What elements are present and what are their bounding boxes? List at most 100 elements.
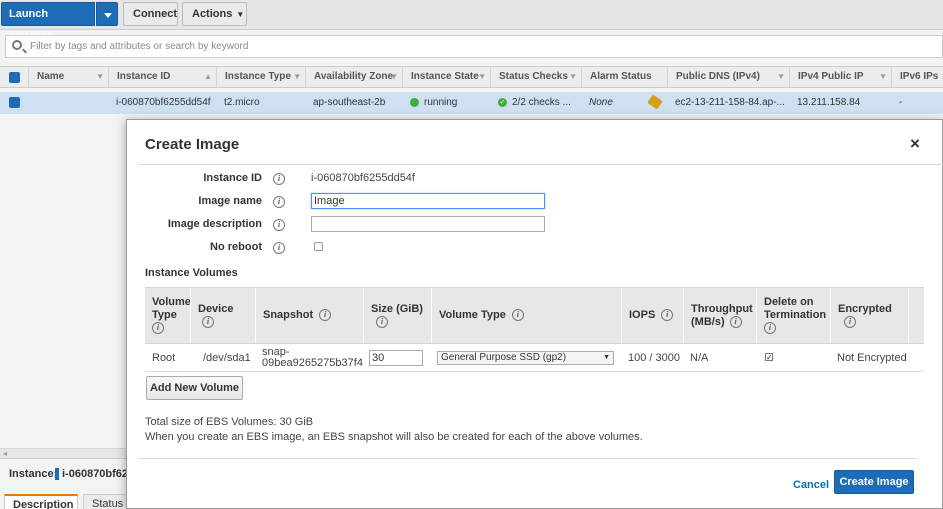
column-header-alarm-status[interactable]: Alarm Status bbox=[581, 67, 667, 87]
filter-search-input[interactable]: Filter by tags and attributes or search … bbox=[5, 35, 943, 58]
instance-id-value: i-060870bf6255dd54f bbox=[311, 172, 415, 184]
instance-value: i-060870bf625 bbox=[62, 468, 135, 480]
col-snapshot: Snapshot i bbox=[255, 288, 363, 343]
alarm-bell-icon[interactable] bbox=[647, 94, 663, 110]
info-icon[interactable]: i bbox=[202, 315, 214, 328]
delete-on-termination-checkbox[interactable]: ✓ bbox=[765, 353, 773, 362]
no-reboot-label: No reboot bbox=[210, 241, 262, 253]
info-icon[interactable]: i bbox=[511, 309, 524, 322]
launch-dropdown-caret-icon[interactable] bbox=[96, 2, 118, 26]
actions-button[interactable]: Actions ▼ bbox=[182, 2, 247, 26]
col-volume-type: Volume Type i bbox=[152, 296, 191, 335]
col-delete-on-termination: Delete on Termination i bbox=[756, 288, 830, 343]
row-checkbox[interactable] bbox=[9, 97, 20, 108]
dialog-title: Create Image bbox=[145, 136, 240, 153]
image-description-input[interactable] bbox=[311, 216, 545, 232]
row-public-dns: ec2-13-211-158-84.ap-... bbox=[675, 97, 785, 108]
row-status-checks[interactable]: ✓ 2/2 checks ... bbox=[498, 92, 571, 114]
no-reboot-checkbox[interactable] bbox=[314, 242, 323, 251]
info-icon[interactable]: i bbox=[319, 309, 332, 322]
col-volume-type-select: Volume Type i bbox=[431, 288, 621, 343]
col-iops: IOPS i bbox=[621, 288, 683, 343]
chevron-down-icon: ▼ bbox=[236, 10, 245, 19]
column-header-status-checks[interactable]: Status Checks ▼ bbox=[490, 67, 581, 87]
row-instance-type: t2.micro bbox=[224, 97, 260, 108]
close-icon[interactable]: × bbox=[910, 135, 920, 152]
scroll-left-icon[interactable]: ◂ bbox=[3, 449, 7, 458]
instance-label: Instance: bbox=[9, 468, 58, 480]
divider bbox=[138, 458, 917, 459]
column-header-instance-state[interactable]: Instance State ▼ bbox=[402, 67, 490, 87]
volume-row: Root /dev/sda1 snap- 09bea9265275b37f4 G… bbox=[145, 344, 924, 372]
actions-label: Actions bbox=[192, 8, 233, 20]
sort-icon: ▼ bbox=[293, 72, 301, 81]
image-description-label: Image description bbox=[167, 218, 262, 230]
col-device: Device i bbox=[190, 288, 255, 343]
add-new-volume-button[interactable]: Add New Volume bbox=[146, 376, 243, 400]
instance-volumes-title: Instance Volumes bbox=[145, 267, 238, 279]
size-input[interactable] bbox=[369, 350, 423, 366]
volume-type-value: Root bbox=[152, 351, 176, 364]
cancel-button[interactable]: Cancel bbox=[793, 479, 829, 491]
sort-icon: ▼ bbox=[478, 72, 486, 81]
search-icon bbox=[12, 40, 22, 50]
info-icon[interactable]: i bbox=[729, 315, 742, 328]
sort-asc-icon: ▲ bbox=[204, 72, 212, 81]
divider bbox=[138, 164, 943, 165]
snapshot-value: snap- 09bea9265275b37f4 bbox=[262, 344, 363, 372]
row-ipv6: - bbox=[899, 97, 903, 108]
info-icon[interactable]: i bbox=[844, 315, 856, 328]
dropdown-arrow-icon: ▼ bbox=[603, 354, 610, 361]
info-icon[interactable]: i bbox=[661, 309, 674, 322]
column-header-ipv4[interactable]: IPv4 Public IP ▼ bbox=[789, 67, 891, 87]
column-header-public-dns[interactable]: Public DNS (IPv4) ▼ bbox=[667, 67, 789, 87]
sort-icon: ▼ bbox=[390, 72, 398, 81]
volumes-table-header: Volume Type i Device i Snapshot i Size (G… bbox=[145, 287, 924, 344]
instance-id-label: Instance ID bbox=[203, 172, 262, 184]
connect-button[interactable]: Connect bbox=[123, 2, 178, 26]
create-image-button[interactable]: Create Image bbox=[834, 470, 914, 494]
snapshot-id-part2: 09bea9265275b37f4 bbox=[262, 357, 363, 369]
info-icon[interactable]: i bbox=[273, 173, 285, 185]
instance-color-marker bbox=[55, 468, 59, 480]
info-icon[interactable]: i bbox=[273, 242, 285, 254]
iops-value: 100 / 3000 bbox=[628, 351, 680, 364]
column-header-instance-id[interactable]: Instance ID ▲ bbox=[108, 67, 216, 87]
select-all-checkbox[interactable] bbox=[9, 72, 20, 83]
instances-table-header: Name ▼ Instance ID ▲ Instance Type ▼ Availa… bbox=[0, 66, 943, 88]
image-name-label: Image name bbox=[198, 195, 262, 207]
info-icon[interactable]: i bbox=[764, 322, 776, 335]
sort-icon: ▼ bbox=[569, 72, 577, 81]
row-alarm-icon-cell[interactable] bbox=[647, 92, 663, 114]
info-icon[interactable]: i bbox=[376, 315, 388, 328]
row-alarm-status: None bbox=[589, 97, 613, 108]
column-header-availability-zone[interactable]: Availability Zone ▼ bbox=[305, 67, 402, 87]
column-header-instance-type[interactable]: Instance Type ▼ bbox=[216, 67, 305, 87]
running-status-icon bbox=[410, 97, 419, 107]
info-icon[interactable]: i bbox=[273, 219, 285, 231]
volume-type-select[interactable]: General Purpose SSD (gp2) ▼ bbox=[437, 351, 614, 365]
console-toolbar: Launch Instance Connect Actions▼ bbox=[0, 0, 943, 42]
column-header-name[interactable]: Name ▼ bbox=[28, 67, 108, 87]
sort-icon: ▼ bbox=[777, 72, 785, 81]
throughput-value: N/A bbox=[690, 351, 709, 364]
row-instance-id: i-060870bf6255dd54f bbox=[116, 97, 211, 108]
device-value: /dev/sda1 bbox=[203, 351, 251, 364]
check-ok-icon: ✓ bbox=[498, 97, 507, 107]
encrypted-value: Not Encrypted bbox=[837, 351, 907, 364]
snapshot-note-text: When you create an EBS image, an EBS sna… bbox=[145, 431, 643, 443]
create-image-dialog: Create Image × Instance ID i i-060870bf6… bbox=[126, 119, 943, 509]
launch-instance-button[interactable]: Launch Instance bbox=[1, 2, 95, 42]
tab-description[interactable]: Description bbox=[4, 494, 78, 509]
row-zone: ap-southeast-2b bbox=[313, 97, 386, 108]
row-ipv4: 13.211.158.84 bbox=[797, 97, 861, 108]
column-header-ipv6[interactable]: IPv6 IPs bbox=[891, 67, 943, 87]
image-name-input[interactable] bbox=[311, 193, 545, 209]
info-icon[interactable]: i bbox=[273, 196, 285, 208]
filter-placeholder: Filter by tags and attributes or search … bbox=[30, 41, 249, 52]
total-size-text: Total size of EBS Volumes: 30 GiB bbox=[145, 416, 314, 428]
info-icon[interactable]: i bbox=[152, 322, 164, 335]
row-state: running bbox=[410, 92, 457, 114]
col-encrypted: Encrypted i bbox=[830, 288, 909, 343]
table-row[interactable]: i-060870bf6255dd54f t2.micro ap-southeas… bbox=[0, 92, 943, 114]
